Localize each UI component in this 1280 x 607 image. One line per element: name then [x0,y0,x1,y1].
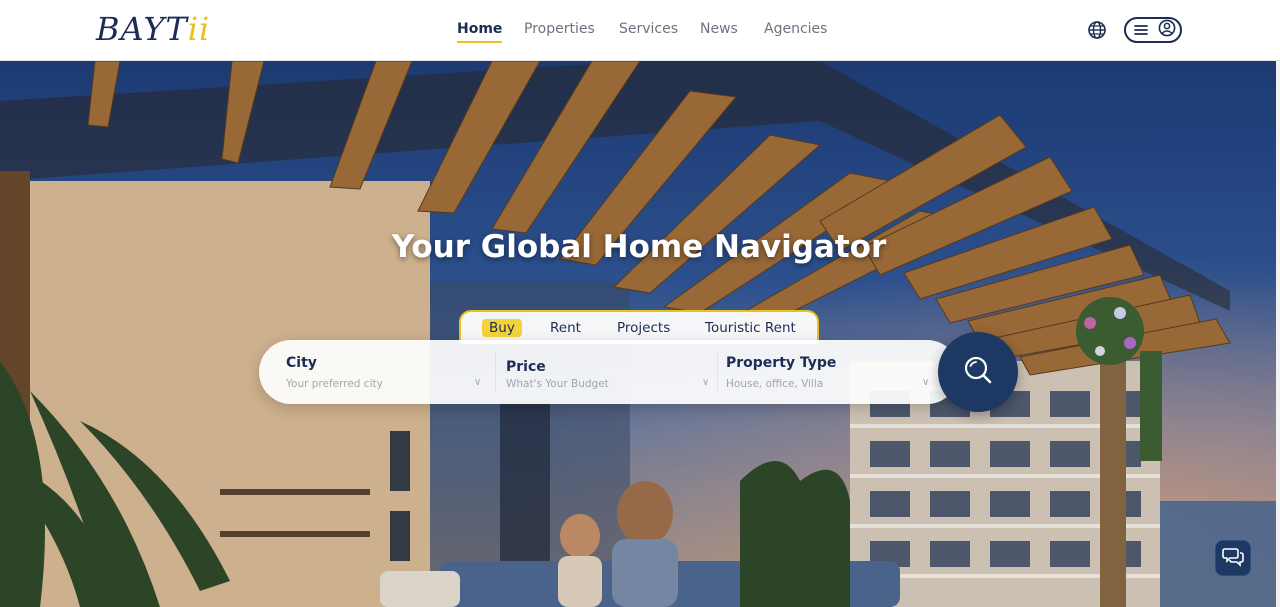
chevron-down-icon: ∨ [922,377,930,388]
chevron-down-icon: ∨ [702,377,710,388]
city-field[interactable]: City Your preferred city ∨ [286,340,486,404]
user-circle-icon [1158,19,1176,41]
search-tabs: Buy Rent Projects Touristic Rent [459,310,819,344]
user-menu-button[interactable] [1124,17,1182,43]
site-header: BAYT ii Home Properties Services News Age… [0,0,1280,61]
price-placeholder: What's Your Budget [506,378,609,390]
field-divider [495,352,496,392]
chat-bubbles-icon [1222,545,1244,571]
property-type-label: Property Type [726,355,837,371]
nav-properties[interactable]: Properties [524,20,595,38]
search-icon [962,354,994,390]
property-type-placeholder: House, office, Villa [726,378,824,390]
city-label: City [286,355,317,371]
price-field[interactable]: Price What's Your Budget ∨ [506,340,716,404]
field-divider [717,352,718,392]
globe-icon[interactable] [1087,20,1107,40]
chat-button[interactable] [1215,540,1251,576]
search-bar: City Your preferred city ∨ Price What's … [259,340,959,404]
tab-touristic-rent[interactable]: Touristic Rent [705,319,796,337]
city-placeholder: Your preferred city [286,378,383,390]
price-label: Price [506,359,546,375]
hero-section: Your Global Home Navigator Buy Rent Proj… [0,61,1280,607]
scrollbar-track[interactable] [1276,61,1280,607]
nav-services[interactable]: Services [619,20,678,38]
tab-projects[interactable]: Projects [617,319,670,337]
tab-buy[interactable]: Buy [482,319,522,337]
tab-rent[interactable]: Rent [550,319,581,337]
search-button[interactable] [938,332,1018,412]
property-type-field[interactable]: Property Type House, office, Villa ∨ [726,340,936,404]
nav-home[interactable]: Home [457,20,503,43]
chevron-down-icon: ∨ [474,377,482,388]
hero-headline: Your Global Home Navigator [391,229,887,265]
nav-agencies[interactable]: Agencies [764,20,827,38]
hamburger-icon [1134,21,1148,40]
nav-news[interactable]: News [700,20,738,38]
